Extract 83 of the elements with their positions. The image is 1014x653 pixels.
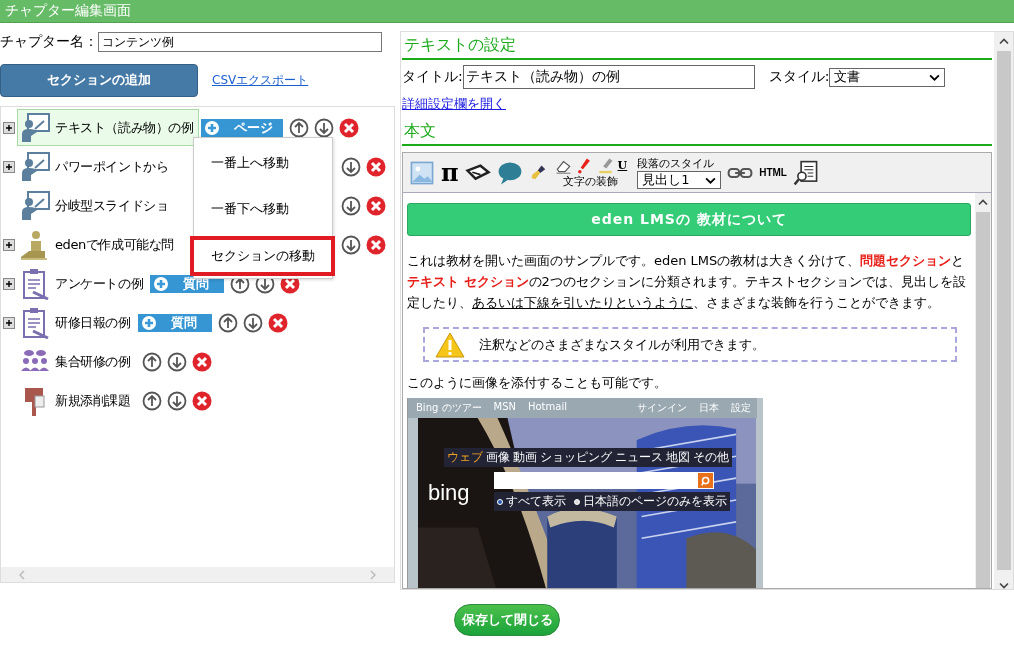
warning-icon	[435, 331, 465, 358]
move-down-icon[interactable]	[341, 156, 361, 177]
scroll-up-icon[interactable]	[998, 38, 1009, 45]
delete-icon[interactable]	[267, 312, 288, 333]
move-down-icon[interactable]	[341, 234, 361, 255]
section-heading: テキストの設定	[402, 33, 992, 60]
move-up-icon[interactable]	[288, 117, 309, 138]
tree-item[interactable]: 新規添削課題	[17, 382, 136, 419]
decoration-label: 文字の装飾	[563, 173, 619, 189]
add-section-button[interactable]: セクションの追加	[0, 63, 198, 97]
move-down-icon[interactable]	[166, 390, 187, 411]
delete-icon[interactable]	[366, 195, 386, 216]
csv-export-link[interactable]: CSVエクスポート	[212, 71, 309, 89]
tab[interactable]: ウェブ	[447, 449, 483, 466]
delete-icon[interactable]	[191, 351, 212, 372]
tab[interactable]: ショッピング	[540, 449, 612, 466]
menu-item[interactable]: 一番下へ移動	[190, 186, 335, 232]
plus-icon	[153, 275, 170, 292]
option-label: 日本語のページのみを表示	[583, 493, 727, 510]
scroll-up-icon[interactable]	[978, 199, 988, 206]
delete-icon[interactable]	[338, 117, 359, 138]
expand-icon[interactable]	[3, 316, 15, 329]
speech-bubble-icon[interactable]	[496, 159, 523, 186]
expand-icon[interactable]	[3, 121, 15, 134]
chevron-down-icon	[705, 176, 717, 184]
move-down-icon[interactable]	[313, 117, 334, 138]
vertical-scrollbar[interactable]	[994, 32, 1013, 589]
delete-icon[interactable]	[191, 390, 212, 411]
paragraph-style-select[interactable]: 見出し1	[637, 171, 722, 189]
vertical-scrollbar[interactable]	[975, 193, 991, 588]
option-label: すべて表示	[506, 493, 566, 510]
chevron-down-icon	[929, 73, 941, 81]
plus-icon	[140, 314, 157, 331]
radio-button[interactable]	[497, 498, 503, 505]
tree-item[interactable]: アンケートの例	[17, 265, 149, 302]
content-heading: eden LMSの 教材について	[407, 203, 971, 236]
move-up-icon[interactable]	[217, 312, 238, 333]
note-text: 注釈などのさまざまなスタイルが利用できます。	[479, 335, 765, 354]
tab[interactable]: ニュース	[615, 449, 663, 466]
logo: bing	[428, 480, 470, 506]
radio-button[interactable]	[574, 498, 580, 505]
presenter-icon	[19, 111, 51, 144]
move-up-icon[interactable]	[141, 351, 162, 372]
expand-icon[interactable]	[3, 238, 15, 251]
chapter-name-label: チャプター名：	[0, 33, 98, 51]
details-link[interactable]: 詳細設定欄を開く	[402, 95, 506, 113]
tab[interactable]: 地図	[666, 449, 690, 466]
expand-icon[interactable]	[3, 277, 15, 290]
section-heading: 本文	[402, 119, 992, 146]
style-select[interactable]: 文書	[829, 67, 946, 87]
tab[interactable]: 画像	[486, 449, 510, 466]
scroll-down-icon[interactable]	[998, 582, 1009, 589]
move-down-icon[interactable]	[242, 312, 263, 333]
underline-button[interactable]: U	[617, 158, 628, 172]
title-field[interactable]: テキスト（読み物）の例	[462, 65, 755, 89]
search-button[interactable]	[698, 473, 713, 488]
title-label: タイトル:	[402, 68, 463, 86]
chapter-name-field[interactable]: コンテンツ例	[98, 32, 382, 52]
presenter-icon	[19, 189, 51, 222]
tree-item[interactable]: 研修日報の例	[17, 304, 136, 341]
menu-item[interactable]: セクションの移動	[190, 236, 335, 276]
tree-item[interactable]: テキスト（読み物）の例	[17, 109, 199, 146]
move-down-icon[interactable]	[166, 351, 187, 372]
expand-icon[interactable]	[3, 160, 15, 173]
style-label: スタイル:	[768, 68, 830, 86]
presenter-icon	[19, 150, 51, 183]
image-caption: このように画像を添付することも可能です。	[407, 374, 668, 392]
body-paragraph: これは教材を開いた画面のサンプルです。eden LMSの教材は大きく分けて、問題セクション と テキスト セクションの2つのセクションに分類されます。テキストセクションでは、見出しを設定したり、あるいは下線を引いたりというように、さまざまな装飾を行うことができます。	[407, 252, 967, 312]
tab[interactable]: 動画	[513, 449, 537, 466]
move-down-icon[interactable]	[341, 195, 361, 216]
window-title: チャプター編集画面	[5, 2, 131, 18]
search-icon	[700, 475, 711, 486]
delete-icon[interactable]	[366, 234, 386, 255]
formula-button[interactable]: π	[441, 158, 459, 187]
move-up-icon[interactable]	[141, 390, 162, 411]
plus-icon	[203, 119, 220, 136]
html-button[interactable]: HTML	[759, 167, 787, 178]
search-field[interactable]	[494, 472, 714, 489]
tree-item[interactable]: 集合研修の例	[17, 343, 136, 380]
tab[interactable]: その他	[693, 449, 729, 466]
delete-icon[interactable]	[366, 156, 386, 177]
preview-icon[interactable]	[792, 159, 819, 186]
paragraph-style-label: 段落のスタイル	[637, 156, 716, 171]
